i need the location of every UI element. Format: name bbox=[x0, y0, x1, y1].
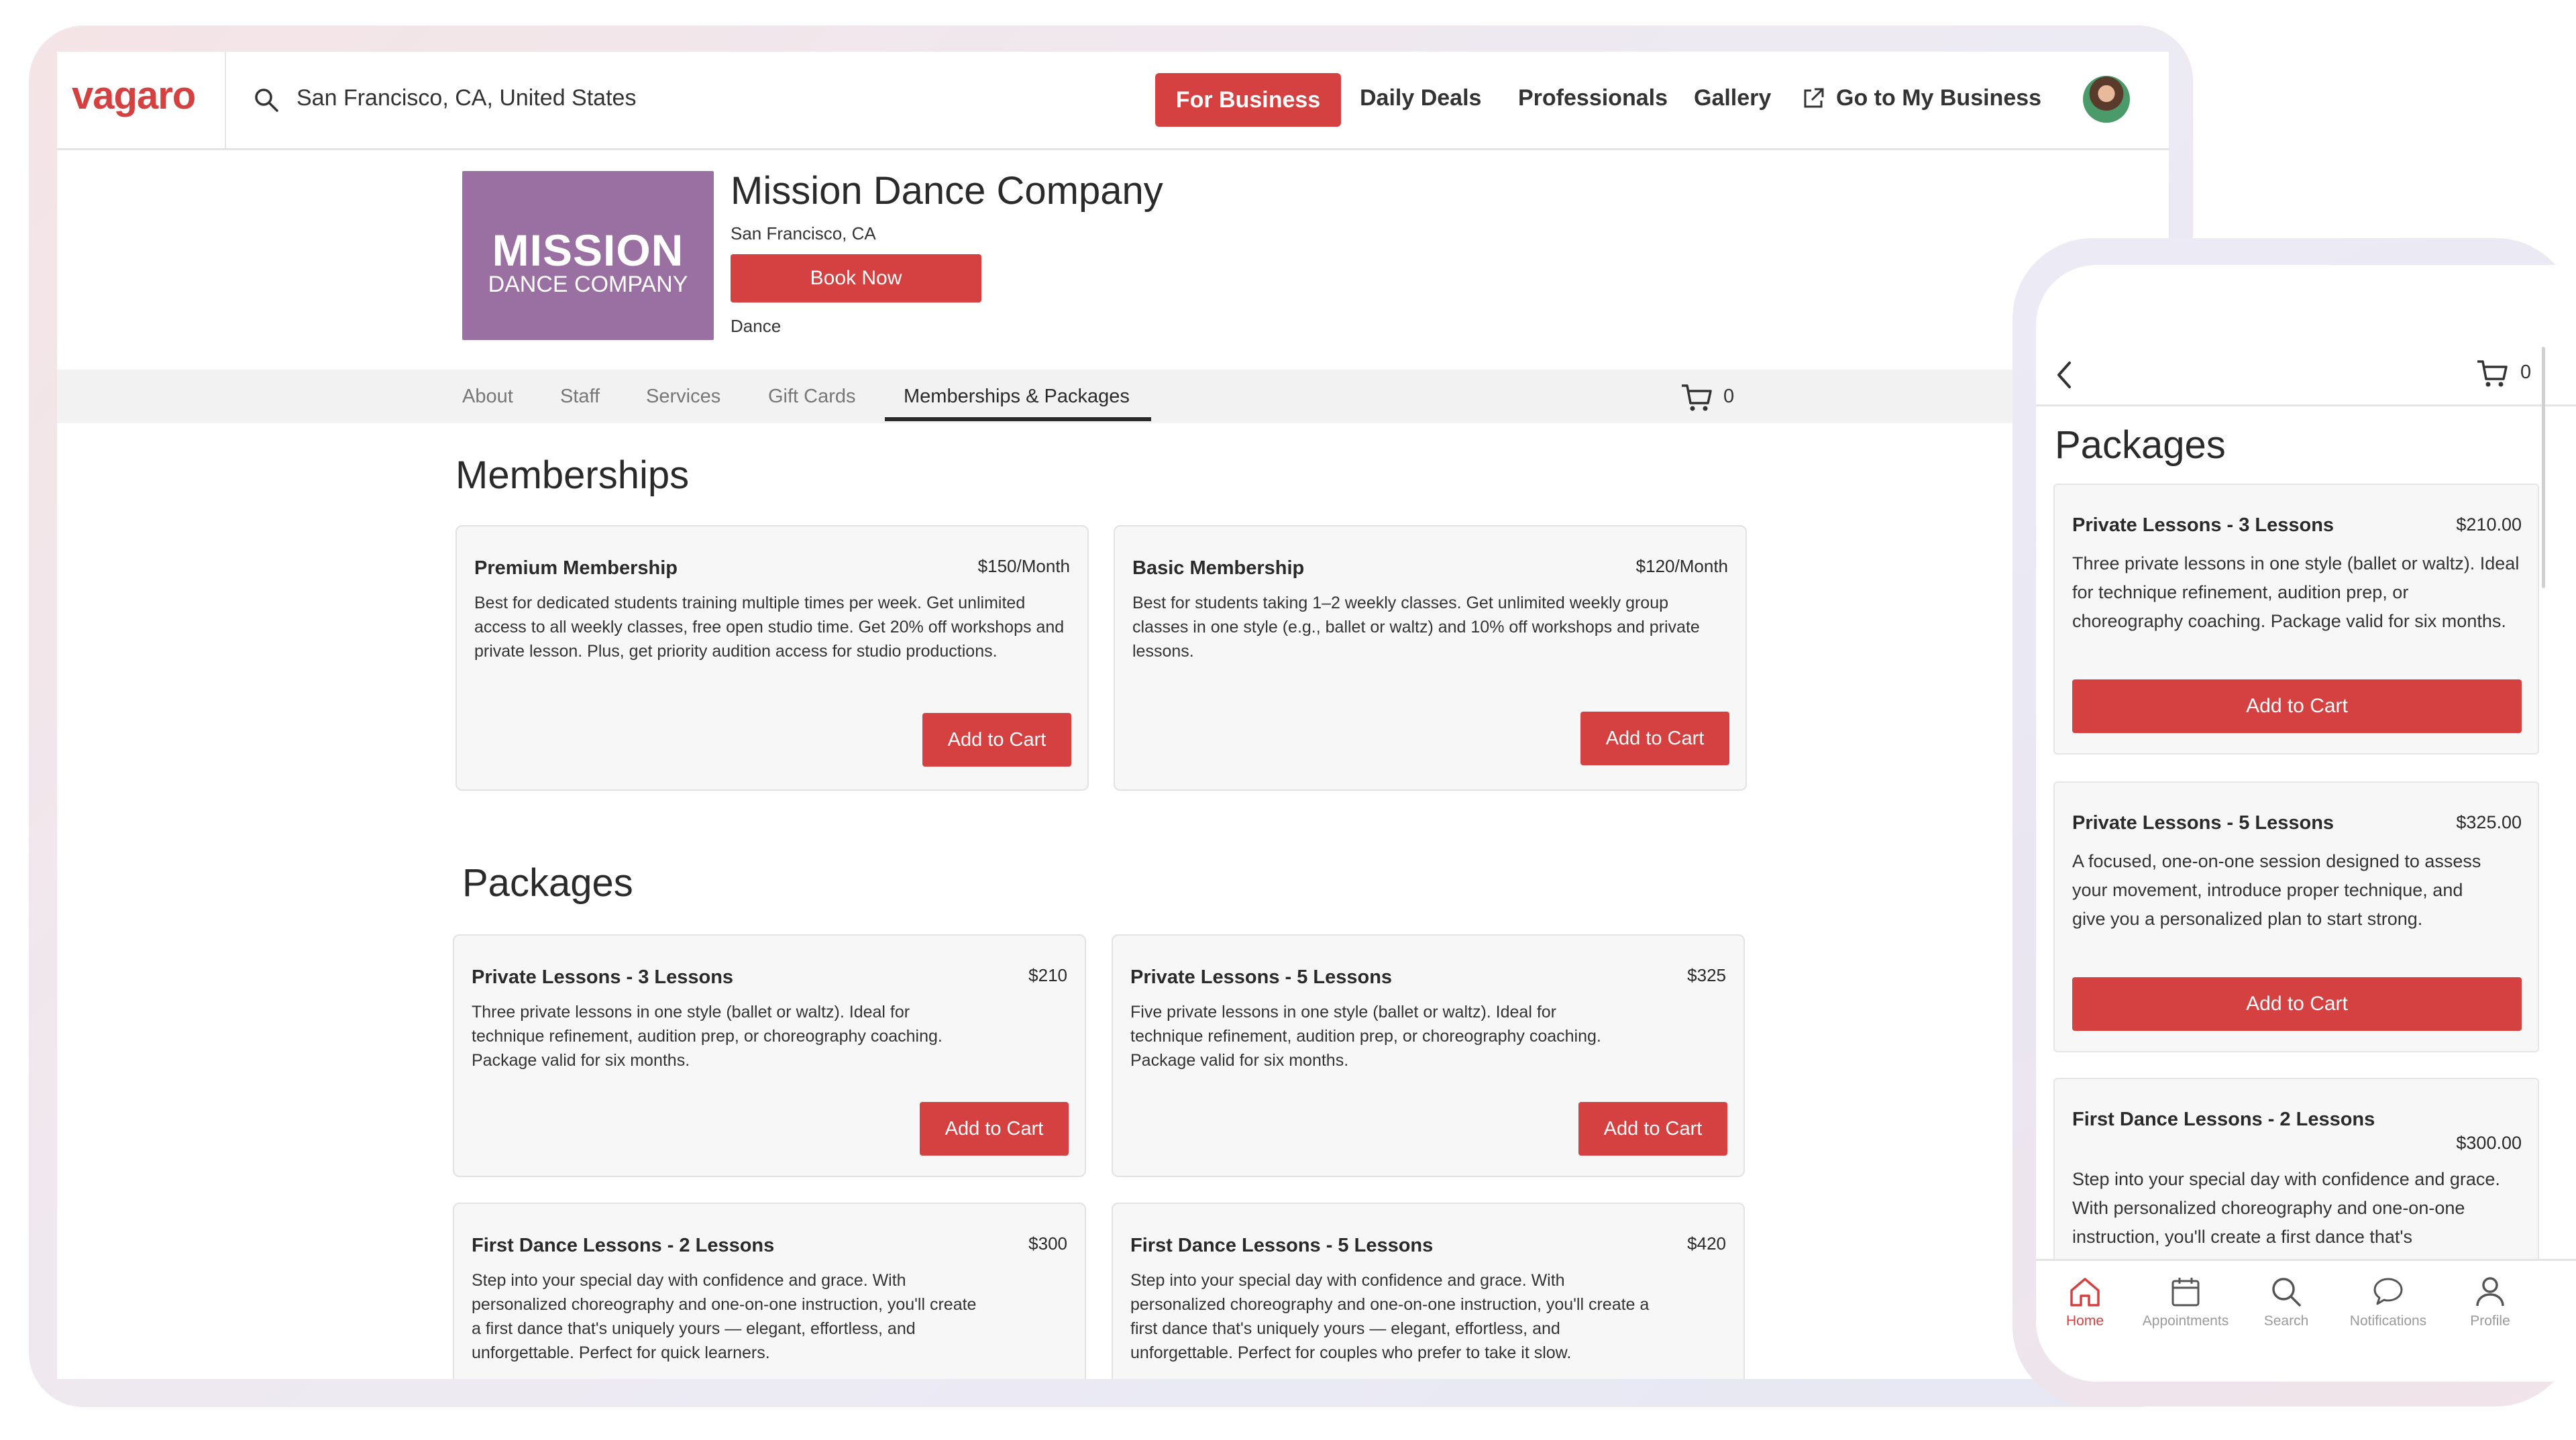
desktop-screen: vagaro San Francisco, CA, United States … bbox=[57, 52, 2169, 1379]
package-description: Three private lessons in one style (ball… bbox=[472, 1003, 943, 1070]
add-to-cart-button[interactable]: Add to Cart bbox=[922, 713, 1071, 767]
nav-go-to-my-business[interactable]: Go to My Business bbox=[1836, 85, 2041, 111]
top-navigation-bar: vagaro San Francisco, CA, United States … bbox=[57, 52, 2169, 150]
package-price: $325.00 bbox=[2456, 812, 2522, 832]
home-icon bbox=[2070, 1278, 2100, 1307]
package-price: $300.00 bbox=[2456, 1133, 2522, 1153]
membership-price: $120/Month bbox=[1635, 556, 1728, 576]
bottom-nav-profile[interactable]: Profile bbox=[2440, 1274, 2540, 1329]
add-to-cart-button[interactable]: Add to Cart bbox=[1580, 712, 1729, 765]
bottom-nav-notifications[interactable]: Notifications bbox=[2338, 1274, 2438, 1329]
add-to-cart-button[interactable]: Add to Cart bbox=[1578, 1102, 1727, 1156]
business-logo-line1: MISSION bbox=[492, 225, 684, 275]
membership-card: Basic Membership $120/Month Best for stu… bbox=[1114, 525, 1747, 791]
package-name: First Dance Lessons - 2 Lessons bbox=[472, 1235, 775, 1256]
cart-count: 0 bbox=[2520, 362, 2532, 383]
external-link-icon bbox=[1804, 88, 1824, 108]
business-logo-line2: DANCE COMPANY bbox=[488, 272, 688, 297]
cart-icon[interactable] bbox=[2476, 359, 2508, 388]
tab-gift-cards[interactable]: Gift Cards bbox=[768, 386, 856, 408]
membership-name: Premium Membership bbox=[474, 557, 678, 579]
search-icon bbox=[2272, 1278, 2301, 1307]
package-card: Private Lessons - 3 Lessons $210 Three p… bbox=[453, 934, 1086, 1177]
book-now-button[interactable]: Book Now bbox=[731, 254, 981, 302]
membership-card: Premium Membership $150/Month Best for d… bbox=[455, 525, 1089, 791]
topbar-divider bbox=[225, 52, 226, 148]
package-card: First Dance Lessons - 2 Lessons $300 Ste… bbox=[453, 1203, 1086, 1379]
business-tab-bar: About Staff Services Gift Cards Membersh… bbox=[57, 370, 2169, 423]
header-divider bbox=[2036, 404, 2576, 406]
package-name: Private Lessons - 3 Lessons bbox=[2072, 514, 2334, 536]
add-to-cart-button[interactable]: Add to Cart bbox=[2072, 679, 2522, 733]
business-location: San Francisco, CA bbox=[731, 223, 876, 243]
package-card: Private Lessons - 5 Lessons $325 Five pr… bbox=[1112, 934, 1745, 1177]
business-name: Mission Dance Company bbox=[731, 169, 1163, 213]
tab-memberships-packages[interactable]: Memberships & Packages bbox=[904, 386, 1130, 408]
bottom-nav-label: Profile bbox=[2470, 1313, 2510, 1329]
phone-screen: 0 Packages Private Lessons - 3 Lessons $… bbox=[2036, 265, 2576, 1382]
nav-daily-deals[interactable]: Daily Deals bbox=[1360, 85, 1481, 111]
package-price: $325 bbox=[1687, 965, 1726, 985]
nav-gallery[interactable]: Gallery bbox=[1694, 85, 1771, 111]
package-description: Step into your special day with confiden… bbox=[2072, 1169, 2500, 1247]
chat-bubble-icon bbox=[2373, 1278, 2403, 1305]
package-price: $210 bbox=[1028, 965, 1067, 985]
bottom-nav-label: Notifications bbox=[2349, 1313, 2427, 1329]
tab-about[interactable]: About bbox=[462, 386, 513, 408]
package-name: First Dance Lessons - 5 Lessons bbox=[1130, 1235, 1434, 1256]
membership-price: $150/Month bbox=[977, 556, 1070, 576]
package-description: Five private lessons in one style (balle… bbox=[1130, 1003, 1601, 1070]
package-card: First Dance Lessons - 5 Lessons $420 Ste… bbox=[1112, 1203, 1745, 1379]
package-description: A focused, one-on-one session designed t… bbox=[2072, 851, 2481, 929]
package-description: Step into your special day with confiden… bbox=[472, 1271, 977, 1362]
package-card: Private Lessons - 5 Lessons $325.00 A fo… bbox=[2053, 781, 2539, 1052]
business-category: Dance bbox=[731, 316, 782, 336]
package-card: Private Lessons - 3 Lessons $210.00 Thre… bbox=[2053, 484, 2539, 755]
package-description: Three private lessons in one style (ball… bbox=[2072, 553, 2520, 631]
add-to-cart-button[interactable]: Add to Cart bbox=[2072, 977, 2522, 1031]
cart-count: 0 bbox=[1723, 386, 1735, 407]
search-icon bbox=[255, 89, 278, 112]
back-arrow-icon[interactable] bbox=[2053, 359, 2075, 391]
memberships-title: Memberships bbox=[455, 453, 690, 497]
bottom-navigation: Home Appointments Search Notifications P… bbox=[2036, 1259, 2576, 1382]
scrollbar[interactable] bbox=[2542, 347, 2545, 588]
bottom-nav-appointments[interactable]: Appointments bbox=[2135, 1274, 2236, 1329]
membership-description: Best for dedicated students training mul… bbox=[474, 594, 1065, 661]
package-name: Private Lessons - 5 Lessons bbox=[2072, 812, 2334, 834]
membership-description: Best for students taking 1–2 weekly clas… bbox=[1132, 594, 1700, 661]
tab-staff[interactable]: Staff bbox=[560, 386, 600, 408]
bottom-nav-label: Home bbox=[2065, 1313, 2104, 1329]
packages-title: Packages bbox=[462, 861, 633, 905]
vagaro-logo[interactable]: vagaro bbox=[72, 73, 196, 118]
bottom-nav-home[interactable]: Home bbox=[2036, 1274, 2135, 1329]
package-price: $420 bbox=[1687, 1233, 1726, 1254]
package-price: $210.00 bbox=[2456, 514, 2522, 535]
active-tab-indicator bbox=[885, 417, 1151, 421]
package-name: Private Lessons - 3 Lessons bbox=[472, 966, 734, 988]
for-business-button[interactable]: For Business bbox=[1155, 73, 1341, 127]
nav-professionals[interactable]: Professionals bbox=[1518, 85, 1668, 111]
package-name: First Dance Lessons - 2 Lessons bbox=[2072, 1109, 2375, 1130]
cart-icon[interactable] bbox=[1680, 383, 1713, 412]
add-to-cart-button[interactable]: Add to Cart bbox=[920, 1102, 1069, 1156]
membership-name: Basic Membership bbox=[1132, 557, 1305, 579]
calendar-icon bbox=[2171, 1278, 2200, 1307]
bottom-nav-search[interactable]: Search bbox=[2236, 1274, 2337, 1329]
package-description: Step into your special day with confiden… bbox=[1130, 1271, 1650, 1362]
package-price: $300 bbox=[1028, 1233, 1067, 1254]
location-search-input[interactable]: San Francisco, CA, United States bbox=[297, 85, 636, 111]
tab-services[interactable]: Services bbox=[646, 386, 720, 408]
person-icon bbox=[2476, 1277, 2504, 1307]
bottom-nav-label: Appointments bbox=[2142, 1313, 2229, 1329]
user-avatar[interactable] bbox=[2083, 76, 2130, 123]
bottom-nav-label: Search bbox=[2263, 1313, 2309, 1329]
package-name: Private Lessons - 5 Lessons bbox=[1130, 966, 1393, 988]
packages-title: Packages bbox=[2055, 423, 2226, 467]
business-logo: MISSION DANCE COMPANY bbox=[462, 171, 714, 340]
